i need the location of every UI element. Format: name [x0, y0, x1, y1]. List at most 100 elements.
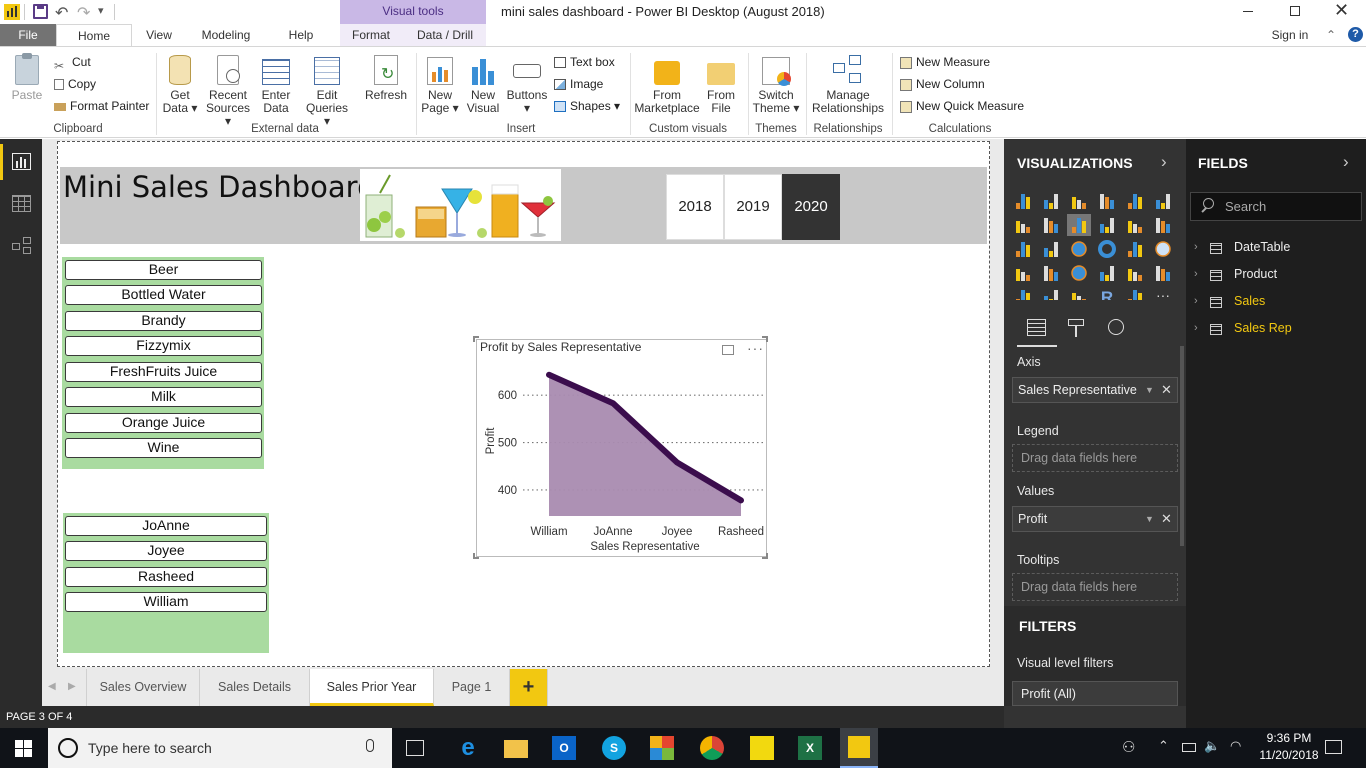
people-icon[interactable]: ⚇	[1122, 738, 1135, 756]
edge-browser-icon[interactable]: e	[456, 736, 480, 760]
field-table-sales[interactable]: › Sales	[1194, 294, 1354, 312]
fields-well-tab-icon[interactable]	[1027, 319, 1046, 336]
from-marketplace-button[interactable]: From Marketplace	[634, 55, 700, 115]
slicer-item-joyee[interactable]: Joyee	[65, 541, 267, 561]
tab-data-drill[interactable]: Data / Drill	[405, 24, 485, 46]
switch-theme-button[interactable]: Switch Theme ▾	[752, 55, 800, 115]
volume-icon[interactable]: 🔈	[1204, 738, 1220, 754]
line-column-icon[interactable]	[1100, 218, 1114, 233]
resize-handle[interactable]	[762, 553, 768, 559]
table-icon[interactable]	[1044, 290, 1058, 300]
resize-handle[interactable]	[762, 336, 768, 342]
report-view-icon[interactable]	[12, 153, 31, 170]
page-tab-page-1[interactable]: Page 1	[434, 669, 510, 706]
stacked-column-icon[interactable]	[1044, 194, 1058, 209]
new-page-button[interactable]: New Page ▾	[420, 55, 460, 115]
year-button-2018[interactable]: 2018	[666, 174, 724, 240]
funnel-icon[interactable]	[1044, 266, 1058, 281]
gauge-icon[interactable]	[1071, 265, 1087, 281]
tab-scroll-right-icon[interactable]: ▶	[68, 681, 76, 692]
restore-icon[interactable]	[1290, 6, 1300, 16]
outlook-icon[interactable]: O	[552, 736, 576, 760]
paste-button[interactable]: Paste	[8, 53, 46, 102]
waterfall-icon[interactable]	[1016, 242, 1030, 257]
pie-icon[interactable]	[1071, 241, 1087, 257]
resize-handle[interactable]	[473, 336, 479, 342]
taskbar-search-box[interactable]: Type here to search	[48, 728, 392, 768]
new-column-button[interactable]: New Column	[900, 75, 985, 93]
file-explorer-icon[interactable]	[504, 740, 528, 758]
battery-icon[interactable]	[1182, 743, 1196, 752]
help-icon[interactable]: ?	[1348, 27, 1363, 42]
page-tab-sales-details[interactable]: Sales Details	[200, 669, 310, 706]
powerbi-taskbar-button[interactable]	[840, 728, 878, 768]
year-button-2020[interactable]: 2020	[782, 174, 840, 240]
profit-filter-card[interactable]: Profit (All)	[1012, 681, 1178, 706]
fields-search-box[interactable]: Search	[1190, 192, 1362, 221]
ribbon-chart-icon[interactable]	[1156, 218, 1170, 233]
stacked-area-icon[interactable]	[1067, 214, 1091, 236]
new-measure-button[interactable]: New Measure	[900, 53, 990, 71]
more-visuals-icon[interactable]: ···	[1156, 287, 1170, 300]
field-table-sales-rep[interactable]: › Sales Rep	[1194, 321, 1354, 339]
donut-icon[interactable]	[1098, 240, 1116, 258]
remove-values-field-icon[interactable]: ✕	[1161, 507, 1172, 531]
clock-time[interactable]: 9:36 PM	[1258, 731, 1320, 745]
tab-view[interactable]: View	[136, 24, 182, 46]
refresh-button[interactable]: ↻ Refresh	[362, 55, 410, 102]
save-icon[interactable]	[33, 4, 48, 19]
matrix-icon[interactable]	[1072, 293, 1086, 300]
slicer-item-bottled-water[interactable]: Bottled Water	[65, 285, 262, 305]
chrome-icon[interactable]	[700, 736, 724, 760]
page-tab-sales-overview[interactable]: Sales Overview	[86, 669, 200, 706]
slicer-item-william[interactable]: William	[65, 592, 267, 612]
format-painter-button[interactable]: Format Painter	[54, 97, 149, 115]
relationships-view-icon[interactable]	[12, 237, 31, 254]
kpi-icon[interactable]	[1156, 266, 1170, 281]
line-chart-icon[interactable]	[1016, 221, 1030, 233]
task-view-icon[interactable]	[406, 740, 424, 756]
tab-scroll-left-icon[interactable]: ◀	[48, 681, 56, 692]
tab-home[interactable]: Home	[56, 24, 132, 47]
wifi-icon[interactable]: ◠	[1230, 738, 1241, 754]
clustered-bar-icon[interactable]	[1072, 197, 1086, 209]
copy-button[interactable]: Copy	[54, 75, 96, 93]
new-quick-measure-button[interactable]: New Quick Measure	[900, 97, 1024, 115]
minimize-icon[interactable]	[1243, 11, 1253, 12]
axis-field-dropdown-icon[interactable]: ▼	[1145, 378, 1154, 402]
card-icon[interactable]	[1100, 266, 1114, 281]
multirow-card-icon[interactable]	[1128, 269, 1142, 281]
slicer-item-wine[interactable]: Wine	[65, 438, 262, 458]
slicer-item-beer[interactable]: Beer	[65, 260, 262, 280]
get-data-button[interactable]: Get Data ▾	[160, 55, 200, 115]
field-table-datetable[interactable]: › DateTable	[1194, 240, 1354, 258]
collapse-ribbon-icon[interactable]: ⌃	[1324, 24, 1338, 46]
windows-start-icon[interactable]	[15, 740, 33, 757]
store-icon[interactable]	[650, 736, 674, 760]
add-page-button[interactable]: +	[510, 669, 548, 706]
customize-toolbar-icon[interactable]: ▾	[98, 4, 104, 17]
values-field-well[interactable]: Profit ▼ ✕	[1012, 506, 1178, 532]
sign-in-link[interactable]: Sign in	[1266, 24, 1314, 46]
clustered-column-icon[interactable]	[1100, 194, 1114, 209]
area-chart-visual[interactable]: Profit by Sales Representative ··· 400 50…	[476, 339, 767, 557]
edit-queries-button[interactable]: Edit Queries ▾	[302, 55, 352, 128]
slicer-item-brandy[interactable]: Brandy	[65, 311, 262, 331]
year-button-2019[interactable]: 2019	[724, 174, 782, 240]
area-chart-icon[interactable]	[1044, 218, 1058, 233]
tab-modeling[interactable]: Modeling	[190, 24, 262, 46]
scatter-icon[interactable]	[1044, 242, 1058, 257]
stacked-bar-icon[interactable]	[1016, 194, 1030, 209]
axis-field-well[interactable]: Sales Representative ▼ ✕	[1012, 377, 1178, 403]
text-box-button[interactable]: Text box	[554, 53, 615, 71]
show-hidden-icons[interactable]: ⌃	[1158, 738, 1169, 754]
legend-drop-well[interactable]: Drag data fields here	[1012, 444, 1178, 472]
redo-icon[interactable]: ↷	[77, 3, 90, 23]
globe-map-icon[interactable]	[1155, 241, 1171, 257]
cut-button[interactable]: ✂ Cut	[54, 53, 91, 73]
100-bar-icon[interactable]	[1128, 194, 1142, 209]
slicer-icon[interactable]	[1016, 290, 1030, 300]
field-table-product[interactable]: › Product	[1194, 267, 1354, 285]
tab-format[interactable]: Format	[343, 24, 399, 46]
manage-relationships-button[interactable]: Manage Relationships	[810, 55, 886, 115]
